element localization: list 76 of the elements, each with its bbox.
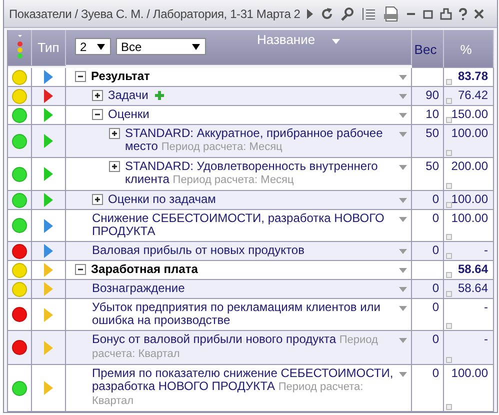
indicator-name[interactable]: Оценки — [108, 108, 150, 121]
note-corner-icon[interactable] — [446, 357, 452, 363]
percent-value: 100.00 — [451, 126, 488, 140]
traffic-light-icon — [16, 34, 24, 62]
collapse-icon[interactable] — [92, 109, 103, 120]
note-corner-icon[interactable] — [446, 117, 452, 123]
percent-value: 150.00 — [451, 107, 488, 121]
weight-cell: 0 — [412, 210, 444, 242]
plus-icon[interactable] — [155, 91, 164, 100]
weight-cell: 90 — [412, 87, 444, 106]
note-corner-icon[interactable] — [446, 202, 452, 208]
note-corner-icon[interactable] — [446, 253, 452, 259]
play-icon[interactable] — [44, 167, 53, 181]
close-icon[interactable] — [474, 8, 484, 18]
percent-value: 100.00 — [451, 192, 488, 206]
indicator-name[interactable]: Вознаграждение — [92, 282, 185, 295]
help-icon[interactable] — [459, 8, 468, 20]
note-corner-icon[interactable] — [446, 291, 452, 297]
arrow-icon[interactable] — [307, 8, 314, 18]
level-dropdown[interactable]: 2 — [75, 38, 111, 55]
filter-dropdown[interactable]: Все — [116, 38, 206, 55]
percent-value: - — [484, 243, 488, 257]
expand-icon[interactable] — [109, 161, 120, 172]
refresh-icon[interactable] — [320, 6, 334, 20]
play-icon[interactable] — [44, 134, 53, 148]
expand-icon[interactable] — [92, 90, 103, 101]
weight-cell: 0 — [412, 299, 444, 331]
list-icon[interactable] — [362, 6, 376, 20]
column-header[interactable]: Вес — [412, 30, 444, 68]
play-icon[interactable] — [44, 193, 53, 207]
weight-cell: 0 — [412, 242, 444, 261]
caret-icon[interactable] — [97, 44, 105, 50]
window-title: Показатели / Зуева С. М. / Лаборатория, 1-31 Марта 2 — [9, 6, 300, 20]
note-corner-icon[interactable] — [446, 323, 452, 329]
percent-value: 200.00 — [451, 159, 488, 173]
play-icon[interactable] — [44, 89, 53, 103]
percent-value: 83.78 — [458, 69, 488, 83]
search-icon[interactable] — [341, 6, 356, 20]
csv-icon[interactable] — [383, 6, 400, 22]
note-corner-icon[interactable] — [446, 234, 452, 240]
note-corner-icon[interactable] — [446, 404, 452, 410]
play-icon[interactable] — [44, 218, 53, 232]
weight-cell: 0 — [412, 280, 444, 299]
column-header[interactable] — [8, 30, 32, 66]
weight-cell: 50 — [412, 125, 444, 158]
weight-cell: 0 — [412, 365, 444, 412]
note-corner-icon[interactable] — [446, 98, 452, 104]
percent-value: 100.00 — [451, 366, 488, 380]
play-icon[interactable] — [44, 308, 53, 322]
play-icon[interactable] — [44, 108, 53, 122]
expand-icon[interactable] — [92, 194, 103, 205]
play-icon[interactable] — [44, 70, 53, 84]
maximize-icon[interactable] — [423, 8, 434, 18]
note-corner-icon[interactable] — [446, 150, 452, 156]
weight-cell: 10 — [412, 106, 444, 125]
note-corner-icon[interactable] — [446, 183, 452, 189]
percent-value: 58.64 — [458, 281, 488, 295]
indicator-name[interactable]: Результат — [91, 70, 150, 83]
weight-cell: 50 — [412, 158, 444, 191]
collapse-icon[interactable] — [75, 71, 86, 82]
expand-icon[interactable] — [109, 128, 120, 139]
caret-icon[interactable] — [192, 44, 200, 50]
weight-cell: 0 — [412, 331, 444, 365]
collapse-icon[interactable] — [75, 264, 86, 275]
play-icon[interactable] — [44, 263, 53, 277]
play-icon[interactable] — [44, 381, 53, 395]
percent-value: 100.00 — [451, 211, 488, 225]
weight-cell: 0 — [412, 191, 444, 210]
percent-value: - — [484, 300, 488, 314]
percent-value: 58.64 — [458, 262, 488, 276]
note-corner-icon[interactable] — [446, 79, 452, 85]
note-corner-icon[interactable] — [446, 272, 452, 278]
percent-value: - — [484, 332, 488, 346]
percent-value: 76.42 — [458, 88, 488, 102]
indicator-name[interactable]: Задачи — [108, 89, 148, 102]
play-icon[interactable] — [44, 244, 53, 258]
